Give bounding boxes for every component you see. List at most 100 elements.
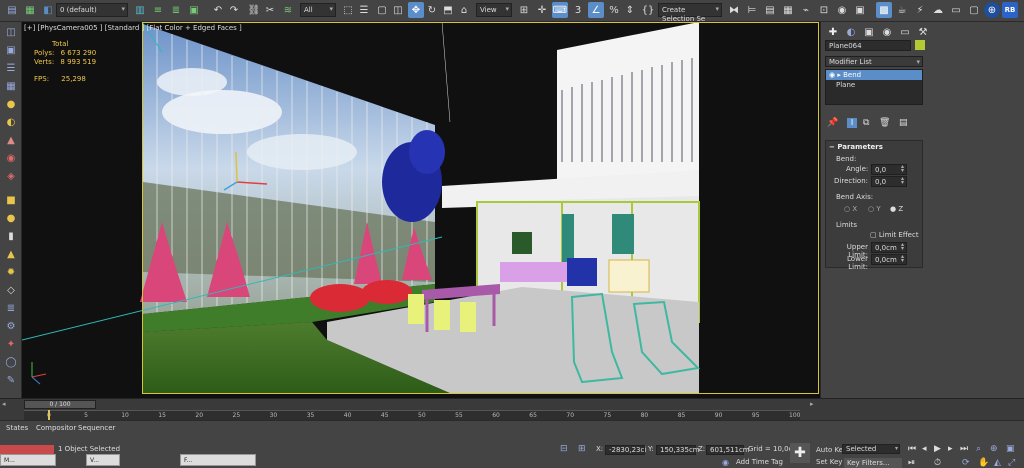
previous-frame-icon[interactable]: ◂ [922, 444, 927, 454]
key-filters-button[interactable]: Key Filters... [844, 458, 902, 468]
motion-tab-icon[interactable]: ◉ [879, 24, 895, 40]
rendered-frame-window-icon[interactable]: ▩ [876, 2, 892, 18]
add-time-tag[interactable]: Add Time Tag [736, 458, 783, 466]
play-icon[interactable]: ▶ [934, 444, 941, 454]
tab-compositor[interactable]: Compositor [36, 424, 76, 432]
selection-filter-combo[interactable]: All [300, 3, 336, 17]
modifier-list-combo[interactable]: Modifier List ▾ [825, 56, 923, 67]
axis-y-radio[interactable]: ○ Y [868, 205, 881, 213]
place-icon[interactable]: ⌂ [456, 2, 472, 18]
create-tab-icon[interactable]: ✚ [825, 24, 841, 40]
railclone-icon[interactable]: RB [1002, 2, 1018, 18]
tab-sequencer[interactable]: Sequencer [78, 424, 115, 432]
camera-icon[interactable]: ◉ [3, 150, 19, 166]
physcam-icon[interactable]: ◈ [3, 168, 19, 184]
z-coordinate-field[interactable]: 601,511cm [706, 445, 750, 455]
layer-explorer-icon[interactable]: ▦ [22, 2, 38, 18]
spacewarp-icon[interactable]: ≣ [3, 300, 19, 316]
bind-spacewarp-icon[interactable]: ≋ [280, 2, 296, 18]
direction-spinner[interactable]: 0,0 ▴ ▾ [871, 176, 907, 187]
object-name-field[interactable]: Plane064 [825, 40, 911, 51]
zoom-all-icon[interactable]: ⊕ [990, 444, 998, 454]
material-editor-icon[interactable]: ◉ [834, 2, 850, 18]
key-mode-icon[interactable]: ⏯ [908, 458, 915, 468]
x-coordinate-field[interactable]: -2830,23ci [605, 445, 646, 455]
object-color-swatch[interactable] [915, 40, 925, 50]
expand-arrow-icon[interactable]: ▸ [837, 71, 841, 79]
time-slider[interactable]: 0 / 100 [24, 400, 96, 409]
selected-combo[interactable]: Selected [842, 444, 900, 454]
toggle-layer-explorer-icon[interactable]: ▦ [780, 2, 796, 18]
render-setup-icon[interactable]: ▣ [852, 2, 868, 18]
cone-icon[interactable]: ▲ [3, 246, 19, 262]
cylinder-icon[interactable]: ▮ [3, 228, 19, 244]
viewport-label[interactable]: [+] [PhysCamera005 ] [Standard ] [Flat C… [24, 24, 242, 32]
select-tool-icon[interactable]: ◫ [3, 24, 19, 40]
camera-viewport[interactable]: [+] [PhysCamera005 ] [Standard ] [Flat C… [22, 22, 820, 398]
pin-stack-icon[interactable]: 📌 [827, 118, 838, 128]
undo-scene-icon[interactable]: ▤ [4, 2, 20, 18]
bulb-icon[interactable]: ◐ [3, 114, 19, 130]
field-of-view-icon[interactable]: ◭ [994, 458, 1001, 468]
curve-editor-icon[interactable]: ⌁ [798, 2, 814, 18]
lock-selection-icon[interactable]: ⊟ [560, 444, 568, 454]
unlink-icon[interactable]: ✂ [262, 2, 278, 18]
layer-toggle-icon[interactable]: ◧ [40, 2, 56, 18]
open-explorer-icon[interactable]: ▢ [966, 2, 982, 18]
mirror-icon[interactable]: ⧓ [726, 2, 742, 18]
named-selection-sets-combo[interactable]: Create Selection Se [658, 3, 722, 23]
configure-sets-icon[interactable]: ▤ [899, 118, 908, 128]
upper-limit-spinner[interactable]: 0,0cm ▴ ▾ [871, 242, 907, 253]
select-by-name-icon[interactable]: ☰ [356, 2, 372, 18]
keyboard-shortcut-icon[interactable]: ⌨ [552, 2, 568, 18]
edit-named-selection-icon[interactable]: {} [640, 2, 656, 18]
axis-x-radio[interactable]: ○ X [844, 205, 857, 213]
spinner-snap-icon[interactable]: ⇕ [622, 2, 638, 18]
window-crossing-icon[interactable]: ◫ [390, 2, 406, 18]
limit-effect-checkbox[interactable]: ▢ Limit Effect [870, 231, 919, 239]
redo-icon[interactable]: ↷ [226, 2, 242, 18]
select-move-icon[interactable]: ✥ [408, 2, 424, 18]
toggle-scene-explorer-icon[interactable]: ▤ [762, 2, 778, 18]
time-slider-next-icon[interactable]: ▸ [810, 400, 814, 408]
scene-explorer-icon[interactable]: ▥ [132, 2, 148, 18]
tab-states[interactable]: States [6, 424, 28, 432]
stack-item-bend[interactable]: ◉ ▸ Bend [826, 70, 922, 80]
globe-icon[interactable]: ⊕ [984, 2, 1000, 18]
undo-icon[interactable]: ↶ [210, 2, 226, 18]
shapes-icon[interactable]: ◯ [3, 354, 19, 370]
align-icon[interactable]: ⊨ [744, 2, 760, 18]
hierarchy-tab-icon[interactable]: ▣ [861, 24, 877, 40]
spinner-arrows-icon[interactable]: ▴ ▾ [901, 254, 904, 264]
remove-modifier-icon[interactable]: 🗑 [879, 118, 890, 128]
layer-combo[interactable]: 0 (default) [56, 3, 128, 17]
utilities-tab-icon[interactable]: ⚒ [915, 24, 931, 40]
set-key-button[interactable]: Set Key [816, 458, 842, 466]
select-object-icon[interactable]: ⬚ [340, 2, 356, 18]
time-config-icon[interactable]: ⏱ [934, 458, 941, 468]
spinner-arrows-icon[interactable]: ▴ ▾ [901, 164, 904, 174]
sun-icon[interactable]: ✹ [3, 264, 19, 280]
layers-icon[interactable]: ≡ [150, 2, 166, 18]
next-frame-icon[interactable]: ▸ [948, 444, 953, 454]
rollout-header[interactable]: − Parameters [829, 143, 883, 151]
reference-coord-combo[interactable]: View [476, 3, 512, 17]
taskbar-item-1[interactable]: M... [0, 454, 56, 466]
taskbar-item-2[interactable]: V... [86, 454, 120, 466]
pivot-point-icon[interactable]: ⊞ [516, 2, 532, 18]
stack-icon[interactable]: ≣ [168, 2, 184, 18]
absolute-mode-icon[interactable]: ⊞ [578, 444, 586, 454]
go-to-start-icon[interactable]: ⏮ [908, 444, 916, 454]
sphere-icon[interactable]: ● [3, 210, 19, 226]
spinner-arrows-icon[interactable]: ▴ ▾ [901, 176, 904, 186]
toggle-ribbon-icon[interactable]: ▣ [186, 2, 202, 18]
lower-limit-spinner[interactable]: 0,0cm ▴ ▾ [871, 254, 907, 265]
render-in-cloud-icon[interactable]: ☁ [930, 2, 946, 18]
modify-tab-icon[interactable]: ◐ [843, 24, 859, 40]
render-tool-icon[interactable]: ▲ [3, 132, 19, 148]
select-rotate-icon[interactable]: ↻ [424, 2, 440, 18]
set-key-plus-icon[interactable]: ✚ [790, 443, 810, 463]
selected-combo-arrow-icon[interactable]: ▾ [895, 445, 898, 452]
axis-z-radio[interactable]: ● Z [890, 205, 903, 213]
helper-icon[interactable]: ◇ [3, 282, 19, 298]
